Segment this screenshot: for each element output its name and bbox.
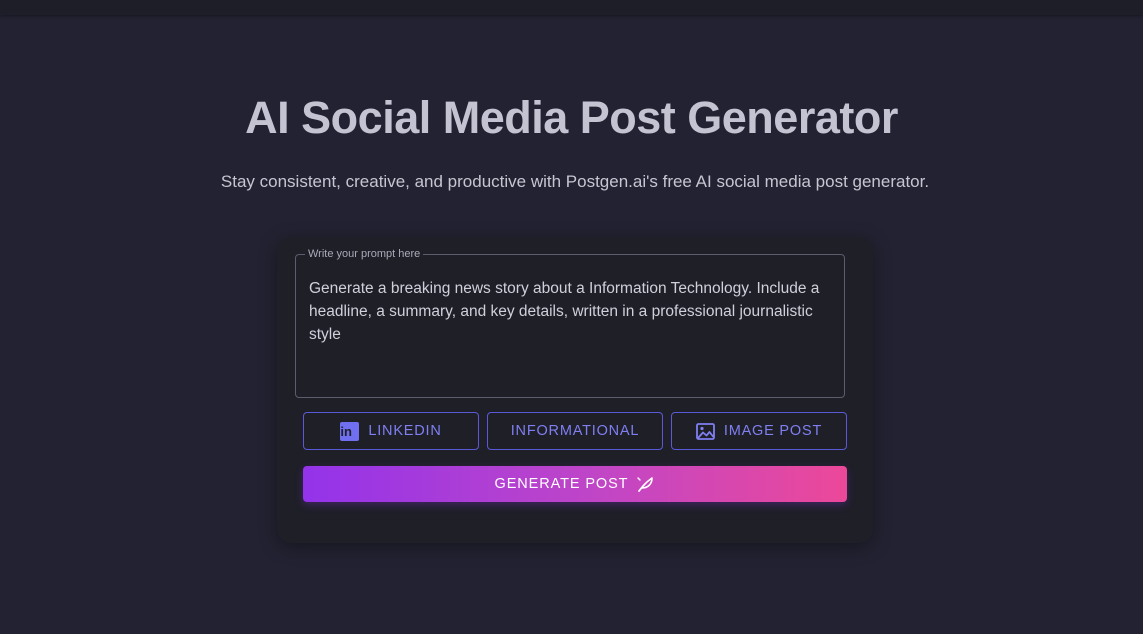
tone-label: INFORMATIONAL [510, 423, 640, 439]
page-subtitle: Stay consistent, creative, and productiv… [220, 172, 930, 191]
tone-select-button[interactable]: INFORMATIONAL [487, 412, 663, 450]
prompt-textarea[interactable]: Generate a breaking news story about a I… [309, 277, 829, 397]
format-select-button[interactable]: IMAGE POST [671, 412, 847, 450]
prompt-field: Write your prompt here Generate a breaki… [295, 249, 845, 398]
top-nav-bar [0, 0, 1143, 15]
generate-post-button[interactable]: GENERATE POST [303, 466, 847, 502]
platform-label: LINKEDIN [368, 423, 442, 439]
quill-icon [636, 475, 655, 494]
image-icon [695, 422, 715, 440]
format-label: IMAGE POST [723, 423, 823, 439]
page-title: AI Social Media Post Generator [245, 92, 898, 143]
prompt-label: Write your prompt here [308, 248, 421, 260]
generator-card: Write your prompt here Generate a breaki… [277, 237, 873, 543]
platform-select-button[interactable]: in LINKEDIN [303, 412, 479, 450]
linkedin-icon: in [340, 421, 360, 441]
generate-label: GENERATE POST [494, 476, 629, 492]
